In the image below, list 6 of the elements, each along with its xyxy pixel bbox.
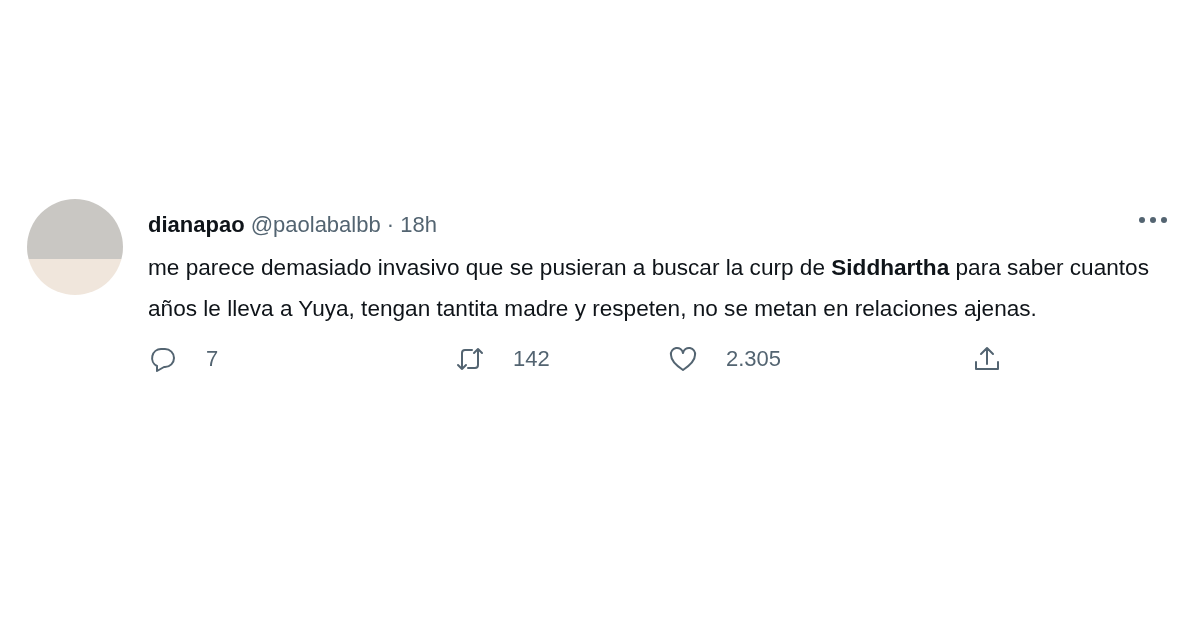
action-count: 2.305 <box>726 345 782 373</box>
action-count: 7 <box>206 345 219 373</box>
more-icon[interactable] <box>1138 215 1168 224</box>
action-count: 142 <box>513 345 550 373</box>
tweet-text: me parece demasiado invasivo que se pusieran a buscar la curp de Siddhartha para saber cuantos años le lleva a Yuya, tengan tantita madre y respeten, no se metan en relaciones ajenas. <box>148 254 1150 323</box>
tweet-header: dianapao @paolabalbb · 18h <box>148 211 437 239</box>
